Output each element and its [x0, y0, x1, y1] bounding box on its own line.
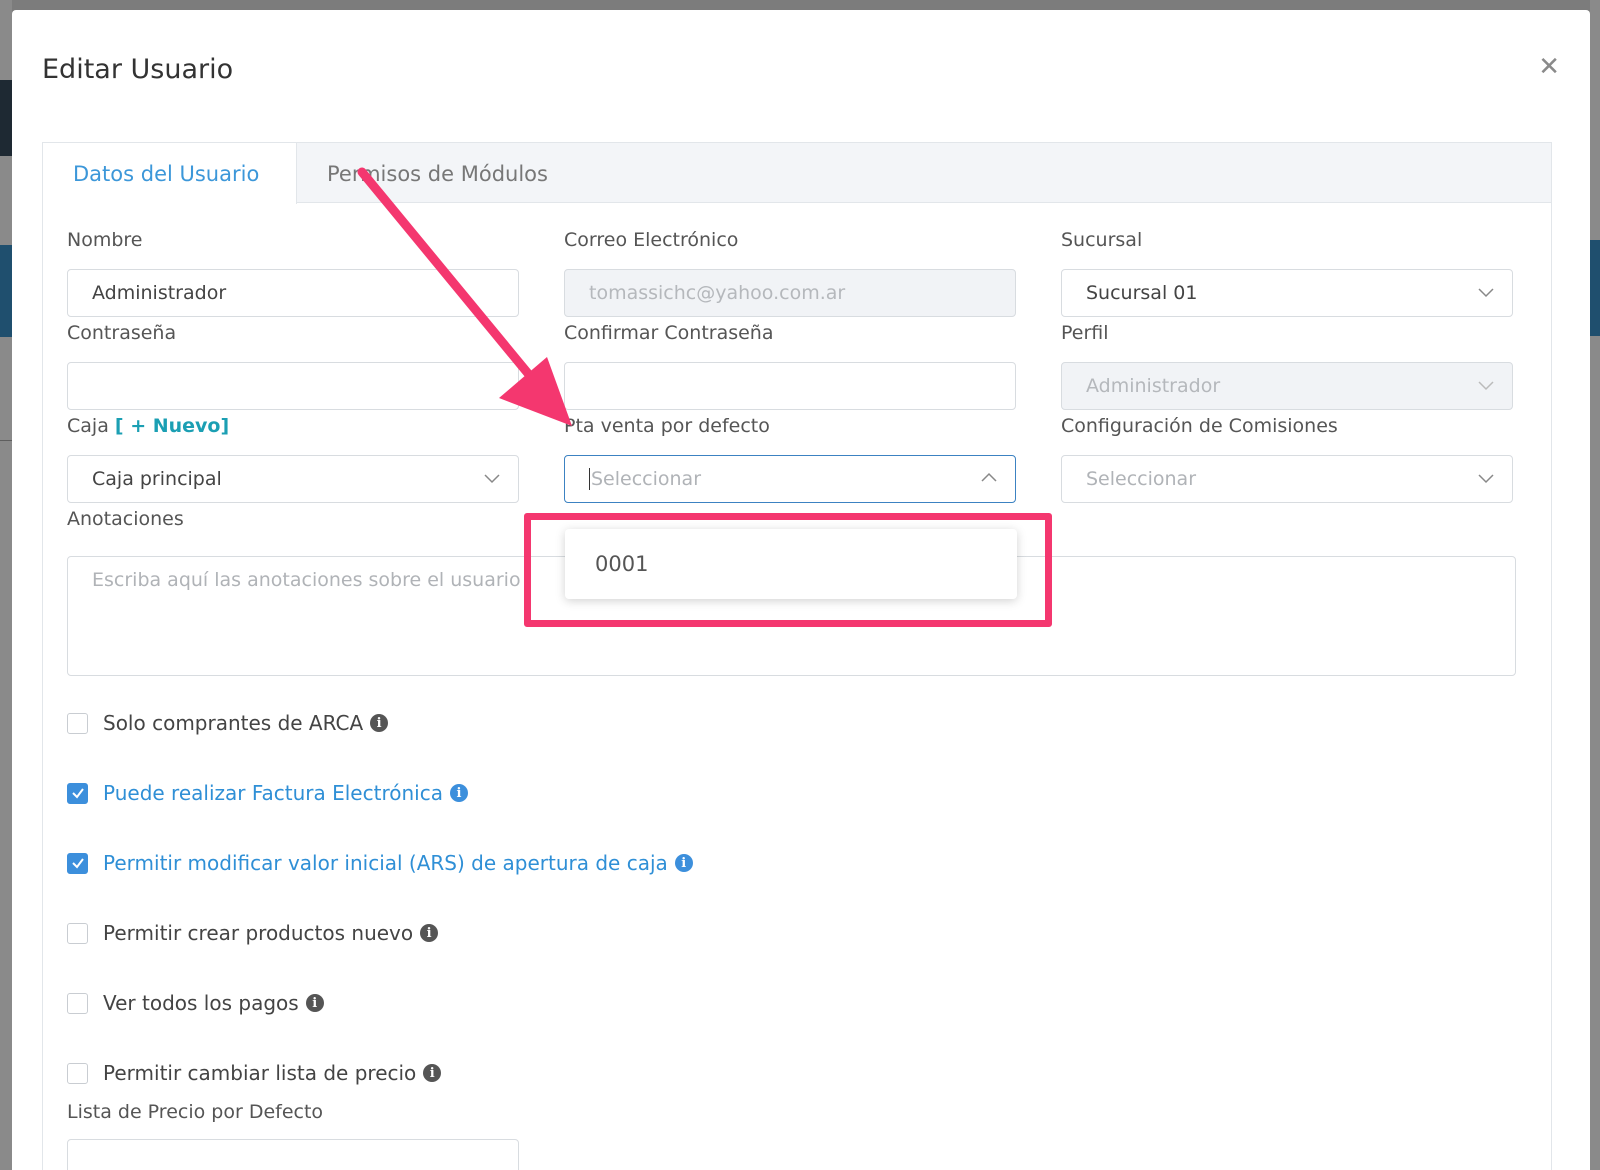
- chevron-up-icon: [981, 472, 997, 482]
- caja-label: Caja: [67, 415, 109, 437]
- checkbox-row-factura-electronica: Puede realizar Factura Electrónica i: [67, 781, 468, 805]
- pta-venta-select[interactable]: Seleccionar: [564, 455, 1016, 503]
- sucursal-value: Sucursal 01: [1086, 282, 1198, 304]
- contrasena-input[interactable]: [67, 362, 519, 410]
- background-nav-bar-highlight: [0, 245, 12, 337]
- caja-value: Caja principal: [92, 468, 222, 490]
- background-page-right: [1590, 0, 1600, 1170]
- check-icon: [71, 858, 84, 869]
- nombre-value: Administrador: [92, 282, 227, 304]
- pta-venta-placeholder: Seleccionar: [591, 468, 702, 490]
- info-icon[interactable]: i: [305, 994, 324, 1012]
- checkbox-row-cambiar-lista: Permitir cambiar lista de precio i: [67, 1061, 442, 1085]
- pta-venta-label: Pta venta por defecto: [564, 415, 770, 437]
- perfil-label: Perfil: [1061, 322, 1109, 344]
- info-icon[interactable]: i: [420, 924, 439, 942]
- checkbox-modificar-apertura[interactable]: [67, 852, 88, 874]
- lista-precio-select[interactable]: [67, 1139, 519, 1170]
- nombre-label: Nombre: [67, 229, 143, 251]
- check-icon: [71, 788, 84, 799]
- comisiones-select[interactable]: Seleccionar: [1061, 455, 1513, 503]
- background-nav-bar-right: [1590, 240, 1600, 336]
- tabs-panel: Datos del Usuario Permisos de Módulos No…: [42, 142, 1552, 1170]
- nuevo-caja-link[interactable]: [ + Nuevo]: [115, 415, 229, 437]
- chevron-down-icon: [1478, 381, 1494, 391]
- checkbox-row-modificar-apertura: Permitir modificar valor inicial (ARS) d…: [67, 851, 693, 875]
- caja-label-row: Caja [ + Nuevo]: [67, 415, 229, 437]
- checkbox-label: Permitir cambiar lista de precio: [103, 1061, 417, 1085]
- confirmar-contrasena-input[interactable]: [564, 362, 1016, 410]
- sucursal-label: Sucursal: [1061, 229, 1143, 251]
- chevron-down-icon: [1478, 474, 1494, 484]
- perfil-select: Administrador: [1061, 362, 1513, 410]
- checkbox-label: Solo comprantes de ARCA: [103, 711, 364, 735]
- contrasena-label: Contraseña: [67, 322, 177, 344]
- checkbox-factura-electronica[interactable]: [67, 782, 88, 804]
- anotaciones-placeholder: Escriba aquí las anotaciones sobre el us…: [92, 569, 521, 591]
- confirmar-label: Confirmar Contraseña: [564, 322, 774, 344]
- background-page: [0, 0, 12, 1170]
- lista-precio-label: Lista de Precio por Defecto: [67, 1101, 324, 1123]
- checkbox-cambiar-lista[interactable]: [67, 1062, 88, 1084]
- tab-permisos-modulos[interactable]: Permisos de Módulos: [297, 143, 578, 204]
- chevron-down-icon: [1478, 288, 1494, 298]
- background-divider: [0, 440, 12, 441]
- background-nav-bar: [0, 80, 12, 156]
- checkbox-crear-productos[interactable]: [67, 922, 88, 944]
- checkbox-label: Puede realizar Factura Electrónica: [103, 781, 443, 805]
- sucursal-select[interactable]: Sucursal 01: [1061, 269, 1513, 317]
- caja-select[interactable]: Caja principal: [67, 455, 519, 503]
- edit-user-modal: Editar Usuario ✕ Datos del Usuario Permi…: [12, 10, 1590, 1170]
- comisiones-placeholder: Seleccionar: [1086, 468, 1197, 490]
- chevron-down-icon: [484, 474, 500, 484]
- comisiones-label: Configuración de Comisiones: [1061, 415, 1338, 437]
- info-icon[interactable]: i: [674, 854, 693, 872]
- checkbox-row-crear-productos: Permitir crear productos nuevo i: [67, 921, 439, 945]
- anotaciones-label: Anotaciones: [67, 508, 184, 530]
- checkbox-label: Permitir modificar valor inicial (ARS) d…: [103, 851, 668, 875]
- annotation-highlight-box: [524, 513, 1052, 627]
- info-icon[interactable]: i: [449, 784, 468, 802]
- nombre-input[interactable]: Administrador: [67, 269, 519, 317]
- modal-title: Editar Usuario: [42, 54, 234, 85]
- text-cursor: [589, 468, 590, 490]
- info-icon[interactable]: i: [370, 714, 389, 732]
- checkbox-label: Ver todos los pagos: [103, 991, 299, 1015]
- checkbox-label: Permitir crear productos nuevo: [103, 921, 414, 945]
- correo-label: Correo Electrónico: [564, 229, 739, 251]
- checkbox-row-solo-arca: Solo comprantes de ARCA i: [67, 711, 389, 735]
- correo-value: tomassichc@yahoo.com.ar: [589, 282, 846, 304]
- tab-datos-usuario[interactable]: Datos del Usuario: [43, 143, 297, 204]
- close-icon[interactable]: ✕: [1538, 54, 1560, 80]
- info-icon[interactable]: i: [423, 1064, 442, 1082]
- checkbox-row-ver-pagos: Ver todos los pagos i: [67, 991, 324, 1015]
- tab-bar: Datos del Usuario Permisos de Módulos: [43, 143, 1551, 204]
- checkbox-solo-arca[interactable]: [67, 712, 88, 734]
- correo-input: tomassichc@yahoo.com.ar: [564, 269, 1016, 317]
- perfil-value: Administrador: [1086, 375, 1221, 397]
- checkbox-ver-pagos[interactable]: [67, 992, 88, 1014]
